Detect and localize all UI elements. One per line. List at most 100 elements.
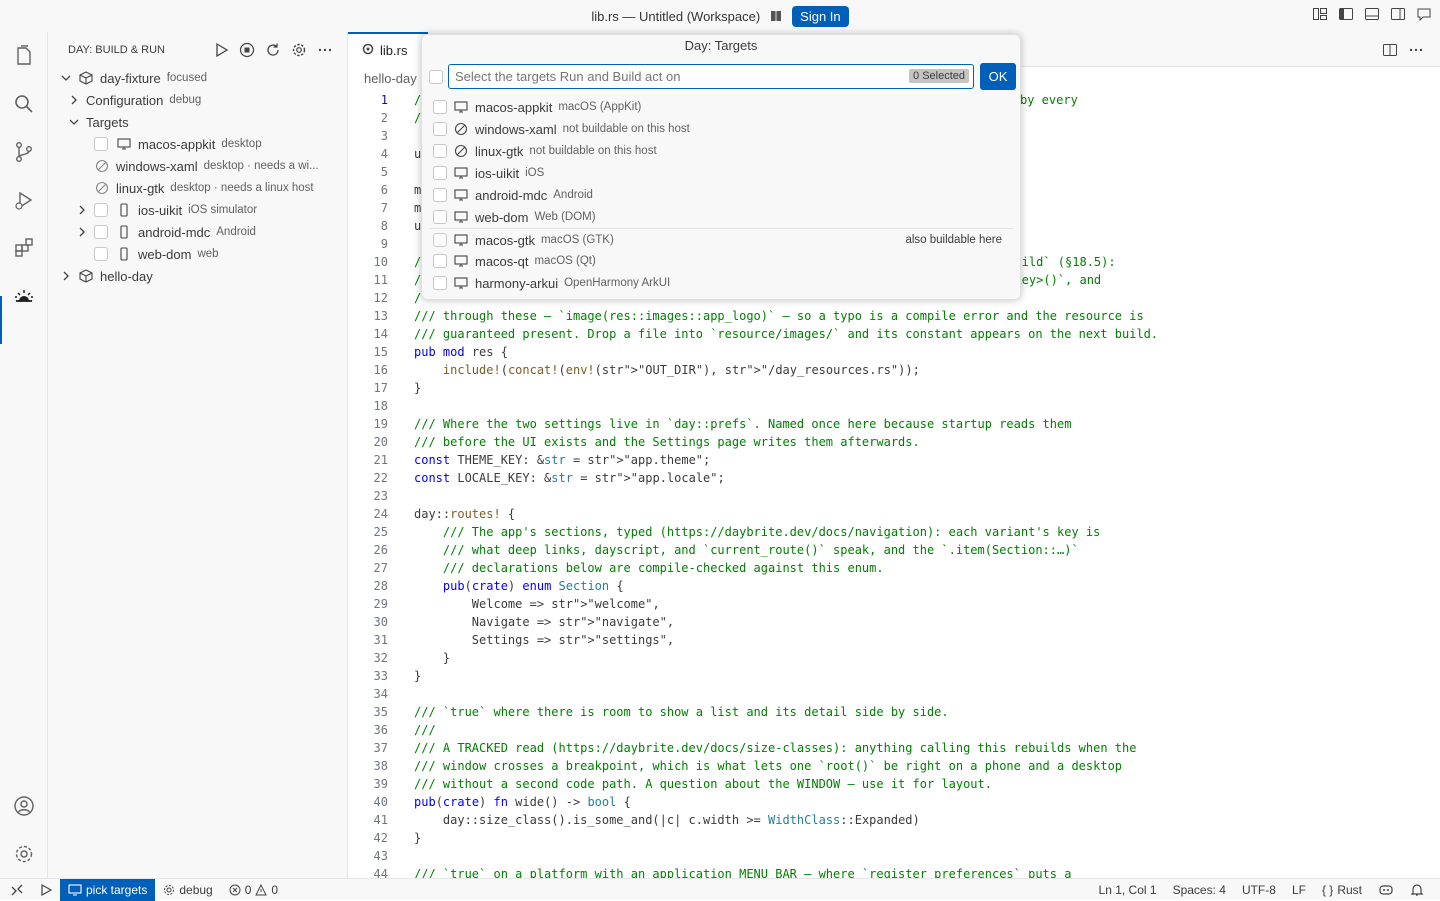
- monitor-icon: [453, 187, 469, 203]
- line-number: 43: [373, 849, 388, 863]
- copilot-icon[interactable]: [768, 8, 784, 24]
- item-checkbox[interactable]: [433, 254, 447, 268]
- monitor-icon: [68, 883, 82, 895]
- line-number: 26: [373, 543, 388, 557]
- toggle-panel-icon[interactable]: [1364, 6, 1380, 22]
- refresh-icon[interactable]: [265, 42, 281, 58]
- notifications[interactable]: [1402, 879, 1432, 901]
- search-icon[interactable]: [12, 92, 36, 116]
- toggle-primary-sidebar-icon[interactable]: [1338, 6, 1354, 22]
- end-of-line[interactable]: LF: [1284, 879, 1314, 901]
- pick-targets-button[interactable]: pick targets: [60, 878, 156, 901]
- ok-button[interactable]: OK: [980, 63, 1016, 90]
- line-number: 24: [373, 507, 388, 521]
- language-mode[interactable]: { } Rust: [1314, 879, 1370, 901]
- tree-item-macos-appkit[interactable]: macos-appkit desktop: [48, 133, 348, 155]
- run-icon[interactable]: [213, 42, 229, 58]
- target-checkbox[interactable]: [94, 247, 108, 261]
- split-editor-icon[interactable]: [1382, 42, 1398, 61]
- tree-item-configuration[interactable]: Configuration debug: [48, 89, 348, 111]
- tree-item-android-mdc[interactable]: android-mdc Android: [48, 221, 348, 243]
- more-actions-icon[interactable]: [1408, 42, 1424, 61]
- quick-pick-item-windows-xaml[interactable]: windows-xaml not buildable on this host: [422, 118, 1022, 140]
- target-checkbox[interactable]: [94, 203, 108, 217]
- line-number: 16: [373, 363, 388, 377]
- customize-layout-icon[interactable]: [1312, 6, 1328, 22]
- indentation[interactable]: Spaces: 4: [1165, 879, 1234, 901]
- quick-pick-item-macos-gtk[interactable]: macos-gtk macOS (GTK) also buildable here: [422, 229, 1022, 251]
- item-checkbox[interactable]: [433, 144, 447, 158]
- chat-icon[interactable]: [1416, 6, 1432, 22]
- braces-icon: { }: [1321, 883, 1334, 897]
- toggle-secondary-sidebar-icon[interactable]: [1390, 6, 1406, 22]
- source-control-icon[interactable]: [12, 140, 36, 164]
- manage-gear-icon[interactable]: [12, 842, 36, 866]
- day-icon[interactable]: [12, 284, 36, 308]
- quick-pick-item-macos-qt[interactable]: macos-qt macOS (Qt): [422, 250, 1022, 272]
- code-fragment: by every: [1020, 93, 1078, 107]
- code-line: /// window crosses a breakpoint, which i…: [414, 759, 1123, 773]
- run-debug-icon[interactable]: [12, 188, 36, 212]
- breadcrumb-item[interactable]: hello-day: [364, 71, 417, 86]
- tree-item-web-dom[interactable]: web-dom web: [48, 243, 348, 265]
- item-checkbox[interactable]: [433, 100, 447, 114]
- tab-lib-rs[interactable]: lib.rs: [348, 32, 428, 67]
- item-checkbox[interactable]: [433, 210, 447, 224]
- quick-pick-item-harmony-arkui[interactable]: harmony-arkui OpenHarmony ArkUI: [422, 272, 1022, 294]
- quick-pick-item-web-dom[interactable]: web-dom Web (DOM): [422, 206, 1022, 228]
- tree-sub: iOS simulator: [188, 204, 258, 216]
- quick-pick-item-linux-gtk[interactable]: linux-gtk not buildable on this host: [422, 140, 1022, 162]
- activity-bar: [0, 32, 48, 878]
- settings-gear-icon[interactable]: [291, 42, 307, 58]
- remote-indicator[interactable]: [0, 879, 32, 901]
- problems-status[interactable]: 0 0: [221, 879, 286, 901]
- explorer-icon[interactable]: [12, 44, 36, 68]
- item-checkbox[interactable]: [433, 166, 447, 180]
- monitor-icon: [453, 99, 469, 115]
- tree-label: android-mdc: [138, 224, 211, 240]
- item-checkbox[interactable]: [433, 188, 447, 202]
- code-line: }: [414, 669, 422, 683]
- mobile-icon: [116, 224, 132, 240]
- tree-item-targets[interactable]: Targets: [48, 111, 348, 133]
- tree-item-day-fixture[interactable]: day-fixture focused: [48, 67, 348, 89]
- quick-pick-item-ios-uikit[interactable]: ios-uikit iOS: [422, 162, 1022, 184]
- item-description: not buildable on this host: [529, 145, 657, 157]
- target-checkbox[interactable]: [94, 137, 108, 151]
- line-number: 2: [380, 111, 388, 125]
- copilot-status[interactable]: [1370, 879, 1402, 901]
- quick-pick-input[interactable]: Select the targets Run and Build act on …: [448, 64, 974, 89]
- tree-label: Configuration: [86, 92, 164, 108]
- mobile-icon: [116, 246, 132, 262]
- account-icon[interactable]: [12, 794, 36, 818]
- item-checkbox[interactable]: [433, 233, 447, 247]
- more-actions-icon[interactable]: [317, 42, 333, 58]
- run-status-button[interactable]: [32, 879, 60, 901]
- stop-icon[interactable]: [239, 42, 255, 58]
- tree-item-hello-day[interactable]: hello-day: [48, 265, 348, 287]
- target-checkbox[interactable]: [94, 225, 108, 239]
- tree-item-linux-gtk[interactable]: linux-gtk desktop · needs a linux host: [48, 177, 348, 199]
- tree-sub: focused: [166, 72, 207, 84]
- tree-item-windows-xaml[interactable]: windows-xaml desktop · needs a wi...: [48, 155, 348, 177]
- tree-item-ios-uikit[interactable]: ios-uikit iOS simulator: [48, 199, 348, 221]
- line-number: 27: [373, 561, 388, 575]
- line-number: 18: [373, 399, 388, 413]
- code-line: /// The app's sections, typed (https://d…: [414, 525, 1101, 539]
- item-checkbox[interactable]: [433, 122, 447, 136]
- encoding[interactable]: UTF-8: [1234, 879, 1284, 901]
- extensions-icon[interactable]: [12, 236, 36, 260]
- code-line: include!(concat!(env!(str">"OUT_DIR"), s…: [442, 363, 920, 377]
- monitor-icon: [453, 253, 469, 269]
- cursor-position[interactable]: Ln 1, Col 1: [1091, 879, 1165, 901]
- item-checkbox[interactable]: [433, 276, 447, 290]
- tree-label: ios-uikit: [138, 202, 183, 218]
- quick-pick-placeholder: Select the targets Run and Build act on: [455, 69, 681, 84]
- quick-pick-item-android-mdc[interactable]: android-mdc Android: [422, 184, 1022, 206]
- code-line: day::size_class().is_some_and(|c| c.widt…: [414, 813, 920, 827]
- select-all-checkbox[interactable]: [429, 70, 443, 84]
- config-status[interactable]: debug: [155, 879, 220, 901]
- quick-pick-item-macos-appkit[interactable]: macos-appkit macOS (AppKit): [422, 96, 1022, 118]
- sign-in-button[interactable]: Sign In: [792, 5, 849, 27]
- rust-file-icon: [362, 43, 374, 58]
